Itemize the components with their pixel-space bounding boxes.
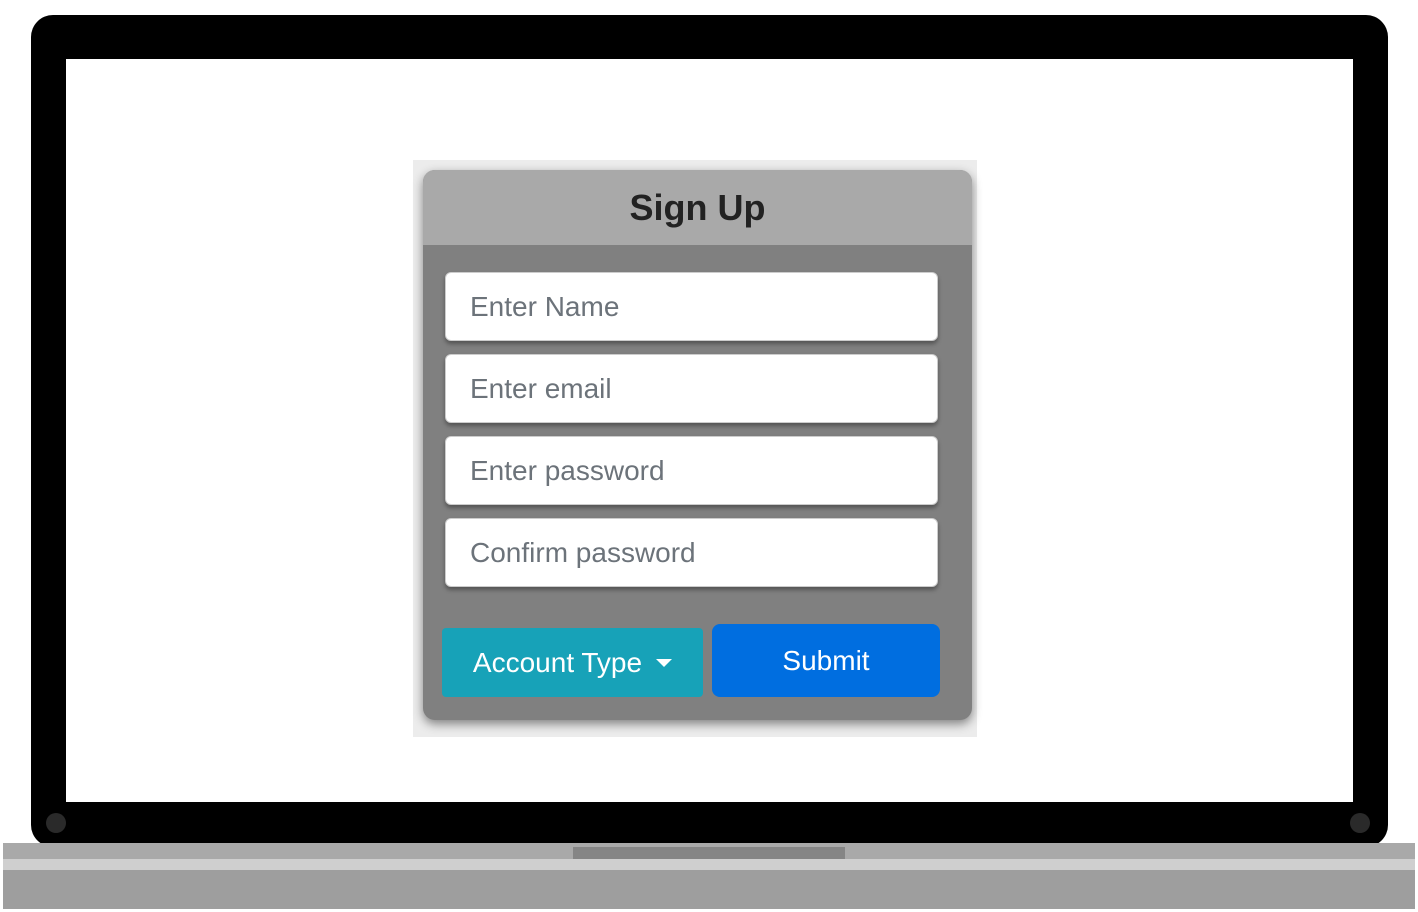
bezel-dot-right bbox=[1350, 813, 1370, 833]
bezel-dot-left bbox=[46, 813, 66, 833]
card-header: Sign Up bbox=[423, 170, 972, 245]
chevron-down-icon bbox=[656, 658, 673, 667]
page-title: Sign Up bbox=[629, 186, 766, 228]
email-input[interactable] bbox=[445, 354, 938, 423]
signup-card: Sign Up Account Type Submit bbox=[423, 170, 972, 720]
account-type-label: Account Type bbox=[472, 646, 643, 678]
name-input[interactable] bbox=[445, 272, 938, 341]
submit-button[interactable]: Submit bbox=[712, 624, 940, 697]
laptop-notch bbox=[573, 847, 845, 859]
password-input[interactable] bbox=[445, 436, 938, 505]
confirm-password-input[interactable] bbox=[445, 518, 938, 587]
laptop-illustration: Sign Up Account Type Submit bbox=[0, 0, 1418, 912]
account-type-dropdown[interactable]: Account Type bbox=[442, 628, 703, 697]
laptop-base-stripe bbox=[3, 859, 1415, 870]
laptop-base-bottom bbox=[3, 870, 1415, 909]
